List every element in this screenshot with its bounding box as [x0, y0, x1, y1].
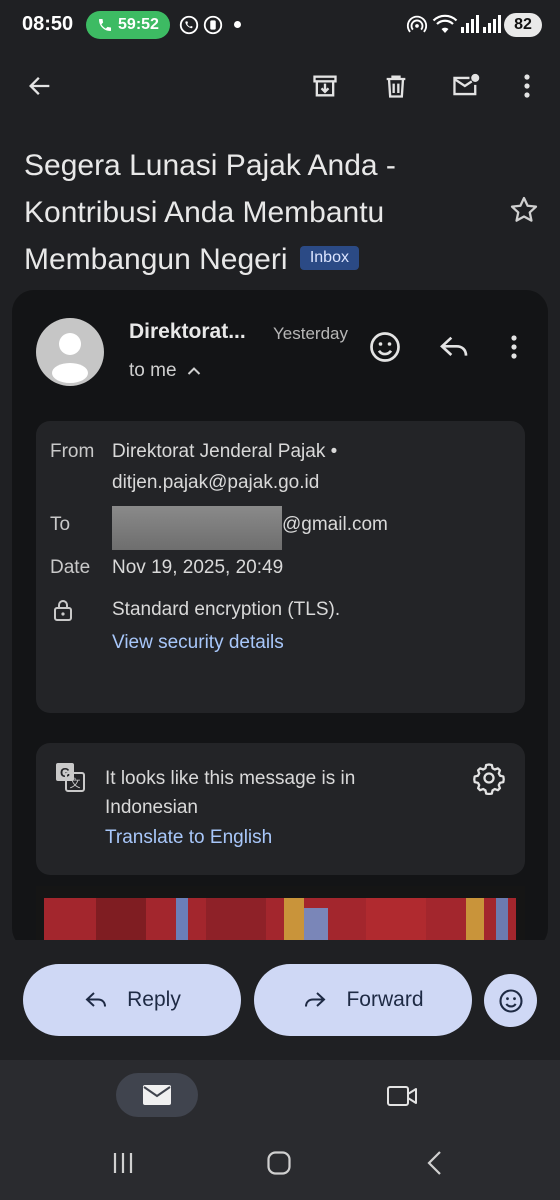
notification-dot-icon — [234, 21, 241, 28]
sender-name[interactable]: Direktorat... — [129, 320, 246, 344]
star-button[interactable] — [508, 194, 540, 226]
delete-button[interactable] — [376, 66, 416, 106]
subject-line: Kontribusi Anda Membantu — [24, 196, 385, 229]
home-icon — [266, 1150, 292, 1176]
more-vert-icon — [510, 334, 518, 360]
date-value: Nov 19, 2025, 20:49 — [112, 557, 284, 578]
translate-message: It looks like this message is in Indones… — [105, 768, 356, 818]
from-email[interactable]: ditjen.pajak@pajak.go.id — [112, 472, 319, 494]
translate-to-english-link[interactable]: Translate to English — [105, 827, 272, 849]
recent-apps-icon — [110, 1150, 136, 1176]
email-subject: Segera Lunasi Pajak Anda - Kontribusi An… — [24, 142, 484, 283]
star-icon — [508, 194, 540, 226]
video-icon — [386, 1084, 418, 1108]
encryption-text: Standard encryption (TLS). — [112, 599, 341, 620]
subject-line: Segera Lunasi Pajak Anda - — [24, 149, 396, 182]
redacted-address — [112, 506, 282, 550]
reply-button[interactable]: Reply — [23, 964, 241, 1036]
tab-mail[interactable] — [116, 1073, 198, 1117]
forward-icon — [302, 988, 328, 1012]
call-timer: 59:52 — [118, 16, 159, 33]
back-arrow-icon — [26, 72, 54, 100]
recipient-summary: to me — [129, 360, 177, 381]
avatar[interactable] — [36, 318, 104, 386]
wifi-icon — [432, 13, 458, 37]
settings-icon — [472, 761, 506, 795]
signal-sim1-icon — [460, 14, 480, 34]
navigation-area — [0, 1060, 560, 1200]
recipient-toggle[interactable]: to me — [129, 360, 201, 382]
translate-icon: G文 — [54, 761, 86, 793]
message-more-button[interactable] — [510, 334, 518, 360]
delete-icon — [382, 72, 410, 100]
reply-icon — [437, 331, 471, 363]
svg-text:文: 文 — [70, 776, 81, 790]
date-label: Date — [50, 557, 91, 578]
chevron-left-icon — [424, 1150, 446, 1176]
system-back-button[interactable] — [424, 1150, 446, 1176]
emoji-icon — [367, 329, 403, 365]
to-email-domain: @gmail.com — [282, 514, 388, 535]
forward-button[interactable]: Forward — [254, 964, 472, 1036]
mark-unread-button[interactable] — [446, 66, 486, 106]
reply-icon — [83, 988, 109, 1012]
more-options-button[interactable] — [507, 66, 547, 106]
archive-icon — [311, 72, 339, 100]
message-time: Yesterday — [273, 324, 348, 343]
reply-label: Reply — [127, 988, 181, 1011]
tab-meet[interactable] — [382, 1078, 422, 1114]
chevron-up-icon — [187, 366, 201, 376]
whatsapp-icon — [178, 14, 200, 36]
more-vert-icon — [523, 73, 531, 99]
view-security-details-link[interactable]: View security details — [112, 632, 284, 654]
translate-settings-button[interactable] — [472, 761, 506, 795]
from-label: From — [50, 441, 95, 462]
reply-icon-button[interactable] — [437, 331, 471, 363]
recent-apps-button[interactable] — [110, 1150, 136, 1176]
add-reaction-button[interactable] — [367, 329, 403, 365]
lock-icon — [52, 598, 74, 622]
inbox-label-chip[interactable]: Inbox — [299, 246, 359, 271]
status-time: 08:50 — [22, 13, 74, 35]
email-body-image — [36, 886, 525, 942]
emoji-icon — [497, 987, 525, 1015]
phone-icon — [97, 17, 113, 33]
battery-indicator: 82 — [504, 13, 542, 37]
mail-icon — [142, 1084, 172, 1106]
forward-label: Forward — [346, 988, 424, 1011]
archive-button[interactable] — [305, 66, 345, 106]
status-bar: 08:50 59:52 82 — [0, 0, 560, 52]
back-button[interactable] — [20, 66, 60, 106]
mark-unread-icon — [451, 72, 481, 100]
watch-icon — [202, 14, 224, 36]
from-name: Direktorat Jenderal Pajak • — [112, 441, 338, 462]
ongoing-call-pill[interactable]: 59:52 — [86, 11, 170, 39]
to-label: To — [50, 514, 71, 535]
signal-sim2-icon — [482, 14, 502, 34]
home-button[interactable] — [266, 1150, 292, 1176]
subject-line: Membangun Negeri — [24, 243, 288, 276]
hotspot-icon — [406, 14, 428, 36]
react-button[interactable] — [484, 974, 537, 1027]
